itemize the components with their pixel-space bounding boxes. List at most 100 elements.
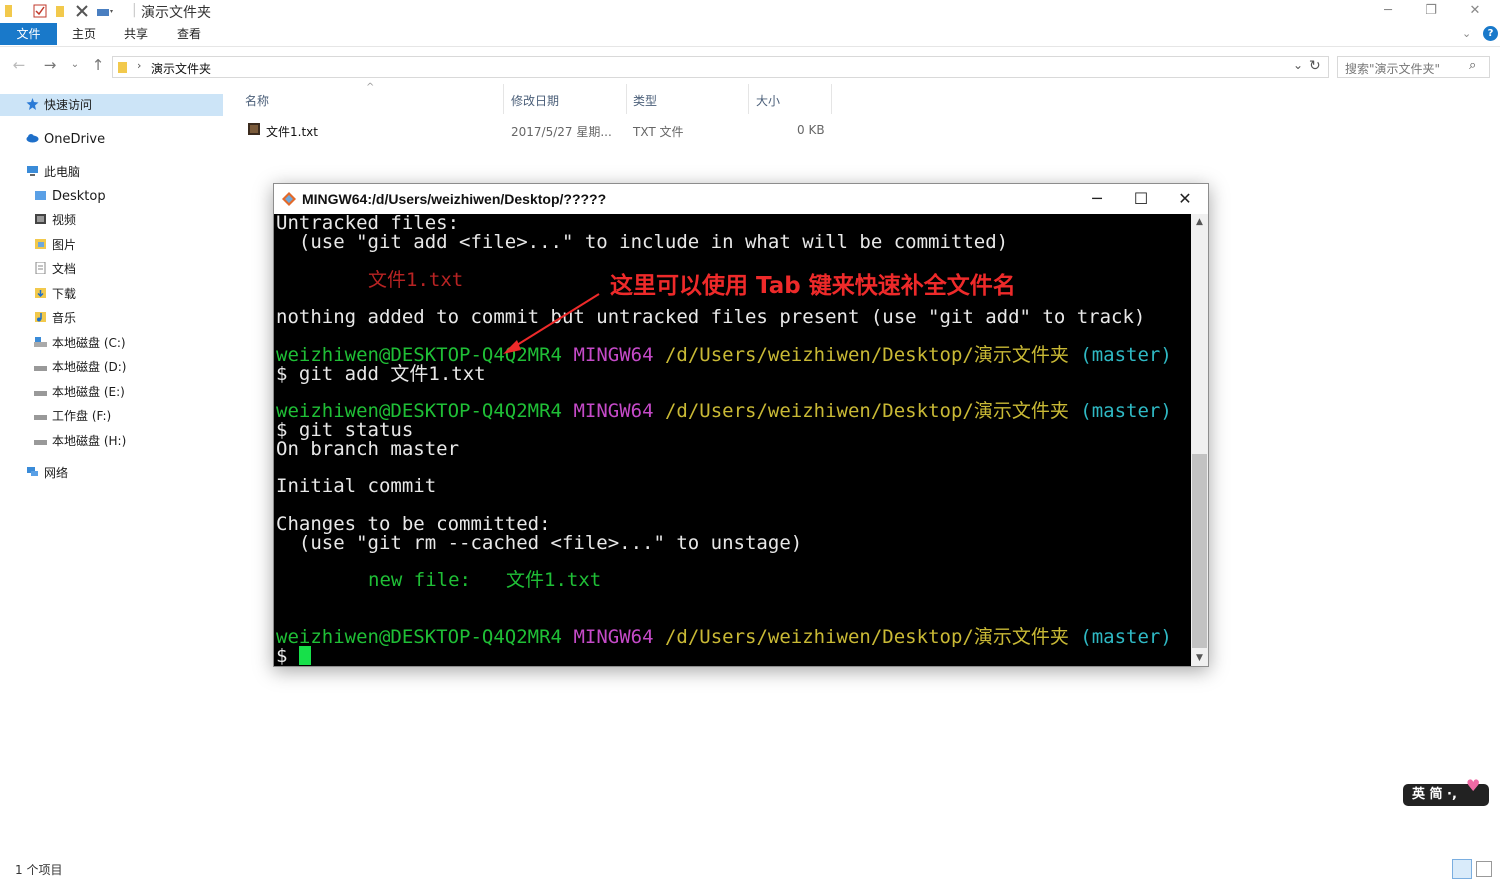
properties-icon[interactable] — [33, 4, 47, 18]
command-line: $ git add 文件1.txt — [276, 363, 486, 385]
terminal-close-button[interactable]: ✕ — [1163, 188, 1207, 210]
column-header-size[interactable]: 大小 — [756, 92, 780, 112]
sidebar-item-desktop[interactable]: Desktop — [34, 185, 106, 207]
search-input[interactable]: 搜索"演示文件夹" — [1345, 60, 1440, 77]
minimize-button[interactable]: ─ — [1373, 2, 1403, 20]
prompt-mingw: MINGW64 — [573, 626, 654, 648]
prompt-branch: (master) — [1080, 344, 1172, 366]
tab-view[interactable]: 查看 — [167, 23, 211, 45]
annotation-text: 这里可以使用 Tab 键来快速补全文件名 — [610, 273, 1016, 299]
sidebar-item-label: 快速访问 — [44, 98, 93, 112]
star-icon — [26, 98, 39, 110]
terminal-minimize-button[interactable]: ─ — [1075, 188, 1119, 210]
close-button[interactable]: ✕ — [1460, 2, 1490, 20]
sidebar-item-drive-c[interactable]: 本地磁盘 (C:) — [34, 332, 126, 354]
sidebar-item-downloads[interactable]: 下载 — [34, 283, 76, 305]
navigation-row: ← → ⌄ ↑ › 演示文件夹 ⌄ ↻ 搜索"演示文件夹" ⌕ — [0, 52, 1500, 80]
prompt-cwd: /d/Users/weizhiwen/Desktop/演示文件夹 — [664, 400, 1069, 422]
prompt-branch: (master) — [1080, 400, 1172, 422]
window-title: 演示文件夹 — [141, 5, 211, 21]
drive-icon — [34, 440, 47, 445]
scroll-down-icon[interactable]: ▼ — [1191, 650, 1208, 666]
restore-button[interactable]: ❐ — [1416, 2, 1446, 20]
sidebar-item-this-pc[interactable]: 此电脑 — [26, 161, 80, 183]
text-cursor — [298, 646, 311, 665]
video-folder-icon — [35, 214, 46, 224]
sidebar-item-label: 本地磁盘 (D:) — [52, 360, 127, 374]
file-size: 0 KB — [797, 123, 825, 137]
terminal-title: MINGW64:/d/Users/weizhiwen/Desktop/????? — [302, 191, 607, 207]
sort-chevron-icon: ^ — [366, 82, 375, 93]
column-header-date[interactable]: 修改日期 — [511, 92, 559, 112]
sidebar-item-drive-f[interactable]: 工作盘 (F:) — [34, 405, 111, 427]
breadcrumb[interactable]: 演示文件夹 — [151, 60, 211, 77]
documents-folder-icon — [35, 262, 46, 274]
refresh-icon[interactable]: ↻ — [1309, 58, 1321, 74]
address-bar[interactable]: › 演示文件夹 ⌄ — [112, 56, 1329, 78]
sidebar-item-label: 本地磁盘 (E:) — [52, 385, 125, 399]
sidebar-item-label: 文档 — [52, 262, 77, 276]
input-line[interactable]: $ — [276, 645, 311, 667]
column-divider[interactable] — [503, 84, 504, 114]
rename-icon[interactable] — [96, 4, 113, 18]
scrollbar-thumb[interactable] — [1192, 454, 1207, 648]
terminal-window[interactable]: MINGW64:/d/Users/weizhiwen/Desktop/?????… — [273, 183, 1209, 667]
folder-icon — [4, 4, 18, 18]
prompt-branch: (master) — [1080, 626, 1172, 648]
sidebar-item-pictures[interactable]: 图片 — [34, 234, 76, 256]
new-folder-icon[interactable] — [54, 4, 68, 18]
folder-icon — [118, 62, 127, 73]
sidebar-item-quick-access[interactable]: 快速访问 — [0, 94, 223, 116]
sidebar-item-label: Desktop — [52, 189, 106, 204]
prompt-cwd: /d/Users/weizhiwen/Desktop/演示文件夹 — [664, 344, 1069, 366]
search-box[interactable]: 搜索"演示文件夹" ⌕ — [1337, 56, 1490, 78]
file-name[interactable]: 文件1.txt — [266, 123, 318, 140]
details-view-icon[interactable] — [1452, 859, 1472, 879]
address-dropdown-icon[interactable]: ⌄ — [1293, 58, 1303, 72]
large-icons-view-icon[interactable] — [1476, 861, 1492, 877]
recent-locations-chevron-icon[interactable]: ⌄ — [66, 56, 84, 74]
prompt-line: weizhiwen@DESKTOP-Q4Q2MR4 MINGW64 /d/Use… — [276, 626, 1172, 648]
sidebar-item-drive-e[interactable]: 本地磁盘 (E:) — [34, 381, 125, 403]
column-divider[interactable] — [748, 84, 749, 114]
ribbon-tabs: 文件 主页 共享 查看 ⌄ ? — [0, 23, 1500, 47]
sidebar-item-network[interactable]: 网络 — [26, 462, 68, 484]
tab-share[interactable]: 共享 — [114, 23, 158, 45]
up-arrow-icon[interactable]: ↑ — [89, 56, 107, 74]
column-divider[interactable] — [831, 84, 832, 114]
column-header-name[interactable]: 名称 — [245, 92, 269, 112]
help-icon[interactable]: ? — [1483, 26, 1498, 41]
folder-icon — [35, 191, 46, 200]
drive-icon — [34, 415, 47, 420]
sidebar-item-videos[interactable]: 视频 — [34, 209, 76, 231]
heart-icon: ♥ — [1466, 776, 1481, 795]
pictures-folder-icon — [35, 239, 46, 249]
delete-icon[interactable] — [75, 4, 89, 18]
tab-home[interactable]: 主页 — [62, 23, 106, 45]
text-file-icon — [248, 123, 260, 135]
sidebar-item-label: 视频 — [52, 213, 77, 227]
terminal-line: nothing added to commit but untracked fi… — [276, 306, 1146, 328]
prompt-symbol: $ — [276, 645, 299, 667]
column-divider[interactable] — [626, 84, 627, 114]
sidebar-item-documents[interactable]: 文档 — [34, 258, 76, 280]
terminal-title-bar[interactable]: MINGW64:/d/Users/weizhiwen/Desktop/?????… — [274, 184, 1208, 214]
drive-icon — [34, 366, 47, 371]
breadcrumb-chevron-icon[interactable]: › — [137, 59, 141, 72]
search-icon[interactable]: ⌕ — [1469, 58, 1476, 73]
ribbon-expand-icon[interactable]: ⌄ — [1462, 27, 1471, 40]
column-header-type[interactable]: 类型 — [633, 92, 657, 112]
sidebar-item-music[interactable]: 音乐 — [34, 307, 76, 329]
tab-file[interactable]: 文件 — [0, 23, 57, 45]
sidebar-item-onedrive[interactable]: OneDrive — [26, 128, 105, 150]
sidebar-item-drive-d[interactable]: 本地磁盘 (D:) — [34, 356, 126, 378]
sidebar-item-label: 网络 — [44, 466, 69, 480]
terminal-maximize-button[interactable]: ☐ — [1119, 188, 1163, 210]
sidebar-item-drive-h[interactable]: 本地磁盘 (H:) — [34, 430, 126, 452]
terminal-scrollbar[interactable]: ▲ ▼ — [1191, 214, 1208, 666]
forward-arrow-icon[interactable]: → — [41, 56, 59, 74]
terminal-line: On branch master — [276, 438, 460, 460]
scroll-up-icon[interactable]: ▲ — [1191, 214, 1208, 230]
terminal-line: Initial commit — [276, 475, 437, 497]
back-arrow-icon[interactable]: ← — [10, 56, 28, 74]
